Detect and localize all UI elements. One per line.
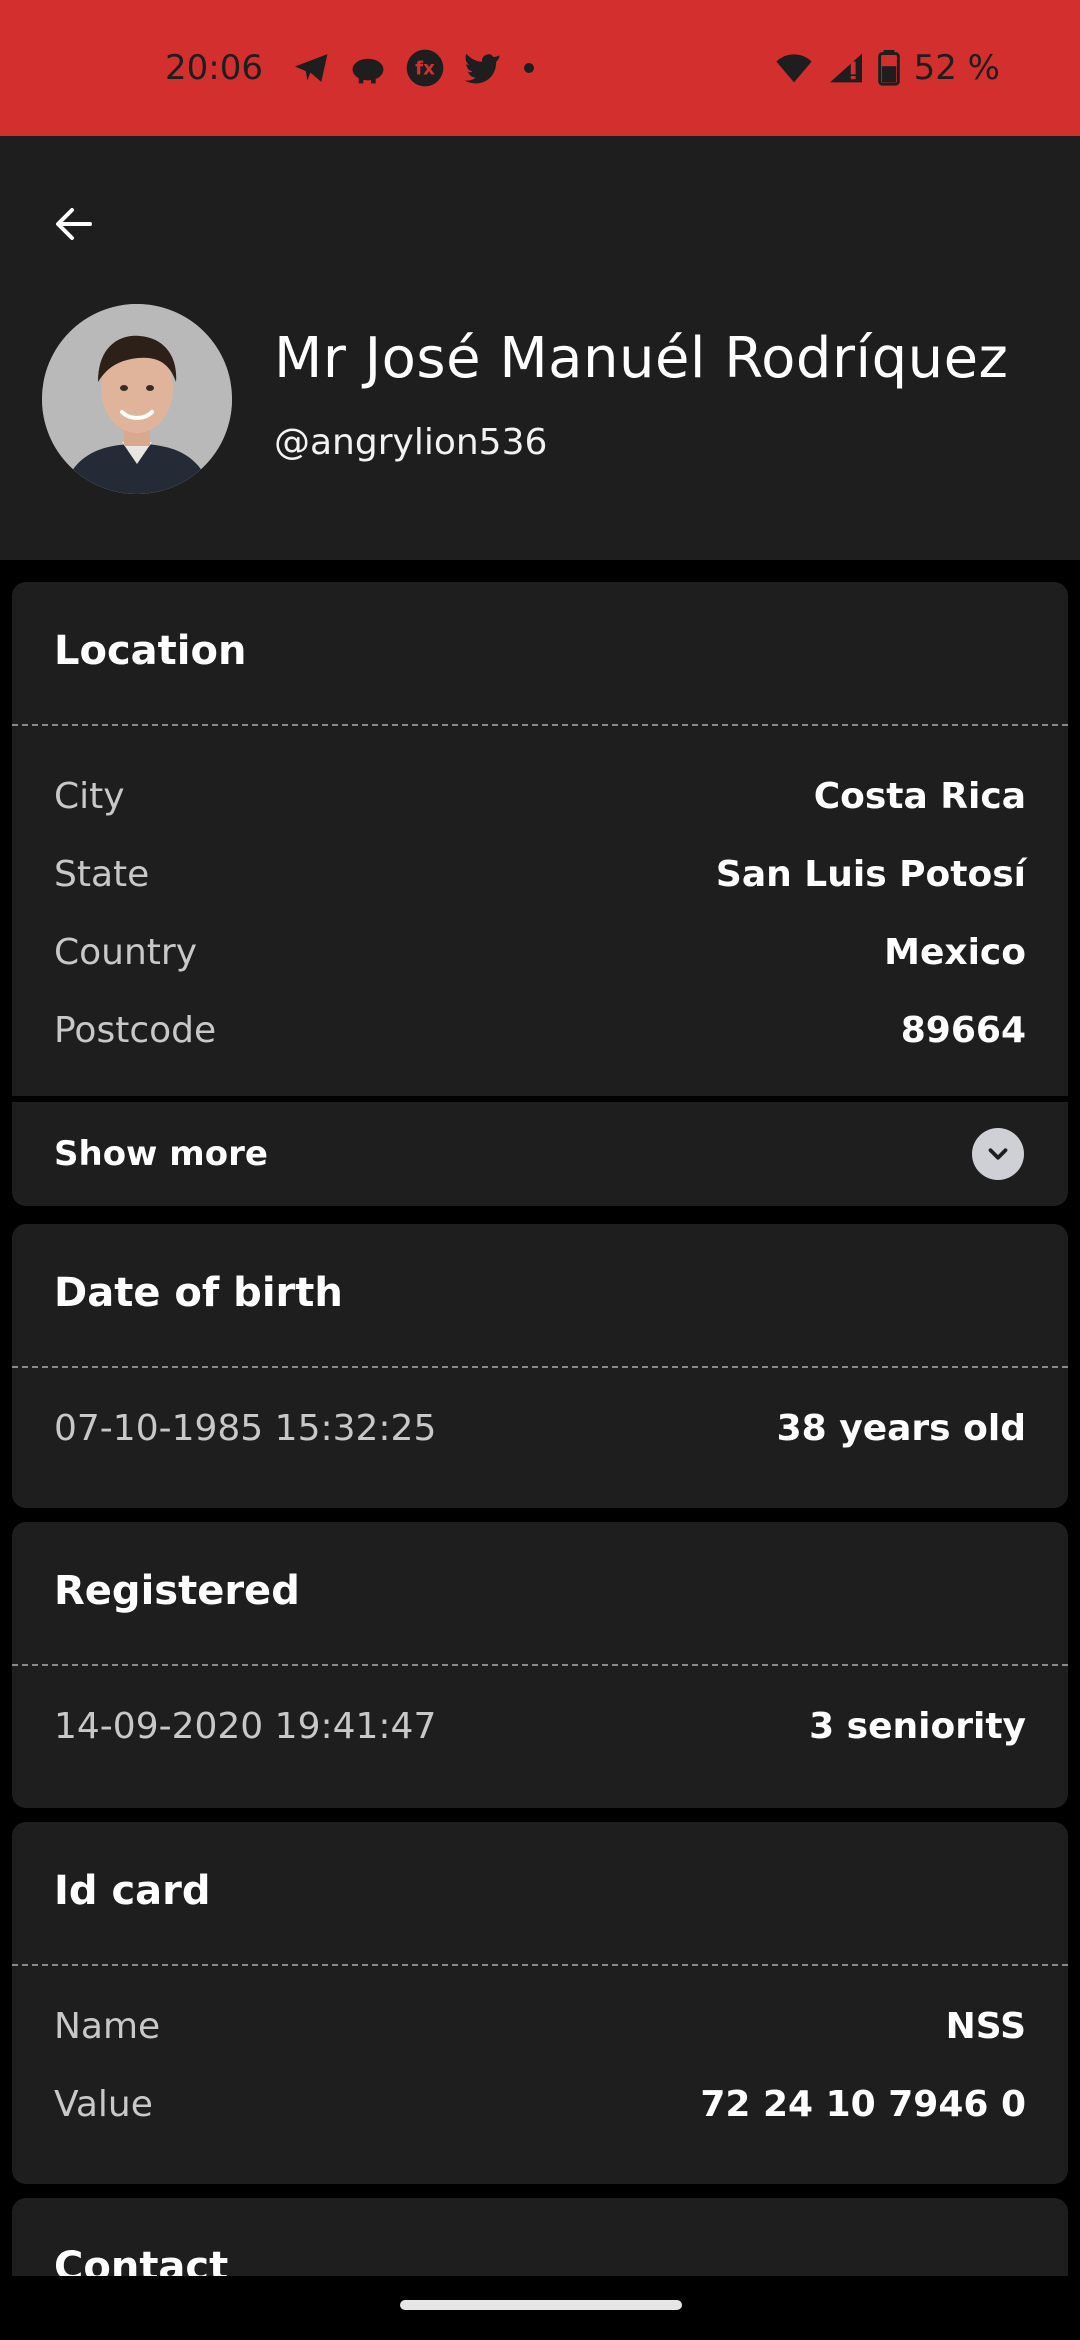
- row-value: San Luis Potosí: [715, 853, 1026, 895]
- location-row-postcode: Postcode 89664: [54, 1000, 1026, 1060]
- location-card: Location City Costa Rica State San Luis …: [12, 582, 1068, 1096]
- divider: [12, 1664, 1068, 1666]
- home-indicator[interactable]: [400, 2300, 682, 2310]
- fx-app-icon: fx: [405, 48, 445, 88]
- location-row-country: Country Mexico: [54, 922, 1026, 982]
- id-card-card: Id card Name NSS Value 72 24 10 7946 0: [12, 1822, 1068, 2184]
- location-title: Location: [54, 628, 247, 674]
- dob-age: 38 years old: [776, 1407, 1026, 1449]
- registered-seniority: 3 seniority: [809, 1705, 1026, 1747]
- profile-username: @angrylion536: [274, 422, 548, 463]
- contact-card: Contact: [12, 2198, 1068, 2276]
- show-more-label: Show more: [54, 1134, 268, 1174]
- row-label: Value: [54, 2083, 153, 2125]
- row-label: Country: [54, 931, 198, 973]
- dob-title: Date of birth: [54, 1270, 343, 1316]
- id-card-row-name: Name NSS: [54, 1996, 1026, 2056]
- row-label: State: [54, 853, 150, 895]
- row-value: NSS: [945, 2005, 1026, 2047]
- status-right: 52 %: [774, 48, 1000, 88]
- cell-signal-icon: [828, 52, 864, 84]
- divider: [12, 1366, 1068, 1368]
- details-list[interactable]: Location City Costa Rica State San Luis …: [0, 560, 1080, 2276]
- id-card-title: Id card: [54, 1868, 211, 1914]
- twitter-icon: [463, 52, 501, 84]
- registered-row: 14-09-2020 19:41:47 3 seniority: [54, 1696, 1026, 1756]
- registered-date: 14-09-2020 19:41:47: [54, 1705, 437, 1747]
- arrow-back-icon: [56, 208, 92, 240]
- profile-header: Mr José Manuél Rodríquez @angrylion536: [0, 136, 1080, 560]
- piggy-bank-icon: [349, 51, 387, 85]
- chevron-down-icon: [972, 1128, 1024, 1180]
- divider: [12, 724, 1068, 726]
- profile-name: Mr José Manuél Rodríquez: [274, 326, 1009, 391]
- registered-title: Registered: [54, 1568, 300, 1614]
- gesture-nav-bar: [0, 2276, 1080, 2340]
- row-label: City: [54, 775, 125, 817]
- row-value: 89664: [900, 1009, 1026, 1051]
- show-more-button[interactable]: Show more: [12, 1102, 1068, 1206]
- row-value: Mexico: [884, 931, 1026, 973]
- status-bar: 20:06 fx 52 %: [0, 0, 1080, 136]
- wifi-icon: [774, 52, 814, 84]
- dot-icon: [519, 58, 539, 78]
- svg-text:fx: fx: [415, 59, 435, 80]
- status-time: 20:06: [165, 48, 263, 88]
- location-row-city: City Costa Rica: [54, 766, 1026, 826]
- id-card-row-value: Value 72 24 10 7946 0: [54, 2074, 1026, 2134]
- telegram-icon: [293, 51, 331, 85]
- avatar: [42, 304, 232, 494]
- contact-title: Contact: [54, 2244, 229, 2276]
- row-value: 72 24 10 7946 0: [700, 2083, 1026, 2125]
- location-row-state: State San Luis Potosí: [54, 844, 1026, 904]
- battery-icon: [877, 50, 900, 86]
- battery-percentage: 52 %: [913, 48, 1000, 88]
- row-label: Postcode: [54, 1009, 217, 1051]
- back-button[interactable]: [38, 188, 110, 260]
- dob-card: Date of birth 07-10-1985 15:32:25 38 yea…: [12, 1224, 1068, 1508]
- dob-date: 07-10-1985 15:32:25: [54, 1407, 437, 1449]
- registered-card: Registered 14-09-2020 19:41:47 3 seniori…: [12, 1522, 1068, 1808]
- row-label: Name: [54, 2005, 161, 2047]
- dob-row: 07-10-1985 15:32:25 38 years old: [54, 1398, 1026, 1458]
- status-left: 20:06 fx: [165, 48, 539, 88]
- divider: [12, 1964, 1068, 1966]
- row-value: Costa Rica: [813, 775, 1026, 817]
